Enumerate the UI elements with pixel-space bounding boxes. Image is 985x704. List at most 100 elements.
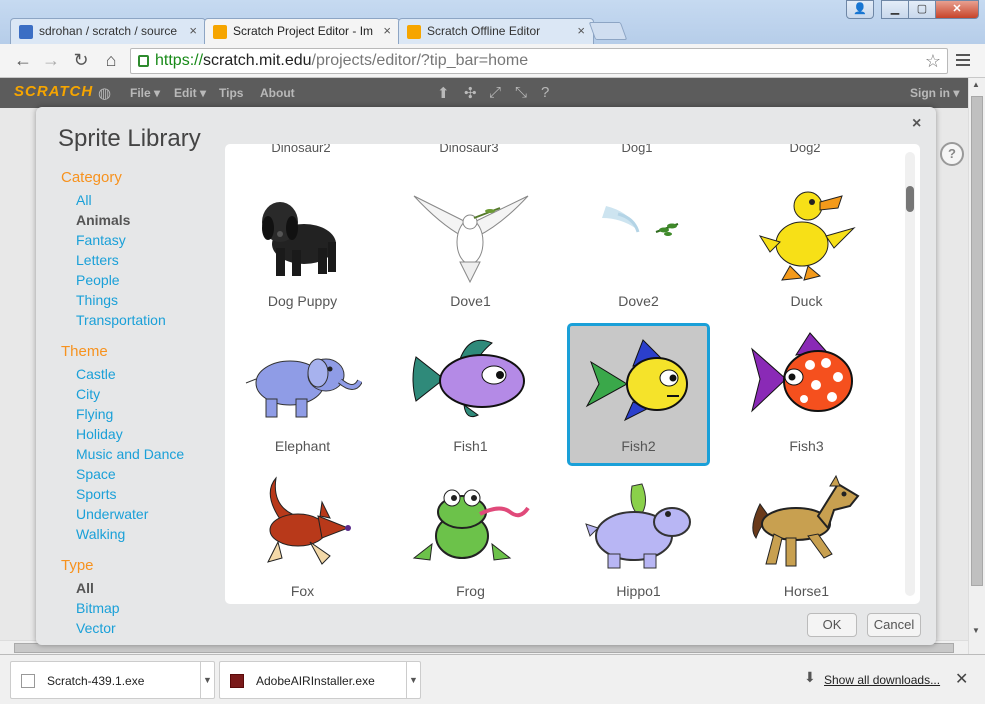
cut-off-row: Dinosaur2 Dinosaur3 Dog1 Dog2 — [225, 144, 905, 155]
browser-toolbar: ← → ↻ ⌂ https://scratch.mit.edu/projects… — [0, 44, 985, 78]
close-icon[interactable]: × — [189, 23, 197, 38]
category-group: Category All Animals Fantasy Letters Peo… — [61, 169, 221, 331]
theme-space[interactable]: Space — [61, 465, 221, 485]
scrollbar-thumb[interactable] — [906, 186, 914, 212]
new-tab-button[interactable] — [588, 22, 628, 40]
tab-sdrohan[interactable]: sdrohan / scratch / source × — [10, 18, 206, 44]
chevron-down-icon[interactable]: ▼ — [406, 662, 420, 698]
menu-edit[interactable]: Edit ▾ — [174, 86, 206, 100]
url-scheme: https:// — [155, 52, 204, 69]
type-vector[interactable]: Vector — [61, 619, 221, 639]
sprite-frog[interactable]: Frog — [399, 468, 542, 604]
scratch-logo[interactable]: SCRATCH — [14, 83, 93, 100]
tab-scratch-editor[interactable]: Scratch Project Editor - Im × — [204, 18, 400, 44]
duplicate-stamp-icon[interactable]: ⬆ — [437, 84, 450, 102]
sign-in-link[interactable]: Sign in ▾ — [910, 86, 959, 100]
category-all[interactable]: All — [61, 191, 221, 211]
close-icon[interactable]: × — [383, 23, 391, 38]
theme-walking[interactable]: Walking — [61, 525, 221, 545]
sprite-duck[interactable]: Duck — [735, 178, 878, 321]
sprite-label: Horse1 — [783, 583, 830, 599]
page-vertical-scrollbar[interactable]: ▲ ▼ — [968, 78, 985, 654]
user-icon[interactable]: 👤 — [846, 0, 874, 19]
category-things[interactable]: Things — [61, 291, 221, 311]
help-side-icon[interactable]: ? — [940, 142, 964, 166]
tab-title: sdrohan / scratch / source — [39, 24, 178, 38]
type-all[interactable]: All — [61, 579, 221, 599]
shrink-icon[interactable]: ⤡ — [515, 84, 527, 101]
grow-icon[interactable]: ⤢ — [489, 84, 501, 101]
frog-icon — [412, 489, 530, 561]
sprite-dog-puppy[interactable]: Dog Puppy — [231, 178, 374, 321]
scroll-up-icon[interactable]: ▲ — [972, 80, 980, 89]
category-people[interactable]: People — [61, 271, 221, 291]
scrollbar-thumb[interactable] — [971, 96, 983, 586]
category-transportation[interactable]: Transportation — [61, 311, 221, 331]
category-letters[interactable]: Letters — [61, 251, 221, 271]
chevron-down-icon[interactable]: ▼ — [200, 662, 214, 698]
close-icon[interactable]: × — [577, 23, 585, 38]
theme-underwater[interactable]: Underwater — [61, 505, 221, 525]
sprite-label: Fish2 — [621, 438, 656, 454]
sprite-fox[interactable]: Fox — [231, 468, 374, 604]
fish2-icon — [585, 339, 688, 422]
back-arrow-icon[interactable]: ← — [12, 50, 34, 71]
ok-button[interactable]: OK — [807, 613, 857, 637]
sprite-label: Dove1 — [450, 293, 491, 309]
sprite-dove2[interactable]: Dove2 — [567, 178, 710, 321]
scroll-down-icon[interactable]: ▼ — [972, 626, 980, 635]
download-item[interactable]: Scratch-439.1.exe ▼ — [10, 661, 215, 699]
url-path: /projects/editor/?tip_bar=home — [311, 52, 529, 69]
dog-puppy-icon — [262, 202, 336, 276]
category-animals[interactable]: Animals — [61, 211, 221, 231]
reload-icon[interactable]: ↻ — [70, 50, 92, 71]
type-bitmap[interactable]: Bitmap — [61, 599, 221, 619]
download-item[interactable]: AdobeAIRInstaller.exe ▼ — [219, 661, 421, 699]
menu-tips[interactable]: Tips — [219, 86, 243, 100]
menu-file[interactable]: File ▾ — [130, 86, 160, 100]
dialog-title: Sprite Library — [58, 125, 201, 152]
menu-about[interactable]: About — [260, 86, 295, 100]
horse1-icon — [752, 474, 860, 567]
window-close-button[interactable]: ✕ — [935, 0, 979, 19]
sprite-horse1[interactable]: Horse1 — [735, 468, 878, 604]
theme-holiday[interactable]: Holiday — [61, 425, 221, 445]
delete-scissors-icon[interactable]: ✣ — [464, 84, 477, 102]
sprite-dove1[interactable]: Dove1 — [399, 178, 542, 321]
theme-music-and-dance[interactable]: Music and Dance — [61, 445, 221, 465]
maximize-button[interactable]: ▢ — [908, 0, 936, 19]
minimize-button[interactable]: ▁ — [881, 0, 909, 19]
close-icon[interactable]: × — [912, 115, 921, 133]
sprite-label: Frog — [456, 583, 485, 599]
cancel-button[interactable]: Cancel — [867, 613, 921, 637]
category-fantasy[interactable]: Fantasy — [61, 231, 221, 251]
sprite-fish1[interactable]: Fish1 — [399, 323, 542, 466]
sprite-hippo1[interactable]: Hippo1 — [567, 468, 710, 604]
theme-sports[interactable]: Sports — [61, 485, 221, 505]
tab-scratch-offline[interactable]: Scratch Offline Editor × — [398, 18, 594, 44]
download-filename: Scratch-439.1.exe — [47, 674, 145, 688]
sprite-elephant[interactable]: Elephant — [231, 323, 374, 466]
home-icon[interactable]: ⌂ — [100, 50, 122, 71]
sprite-label: Elephant — [274, 438, 331, 454]
lock-icon — [138, 55, 149, 67]
scratch-icon — [213, 25, 227, 39]
close-icon[interactable]: ✕ — [955, 669, 968, 689]
sprite-label: Fox — [290, 583, 315, 599]
help-icon[interactable]: ? — [541, 84, 549, 101]
show-all-downloads-link[interactable]: Show all downloads... — [824, 673, 940, 687]
hamburger-menu-icon[interactable] — [956, 54, 970, 69]
forward-arrow-icon[interactable]: → — [40, 50, 62, 71]
address-bar[interactable]: https://scratch.mit.edu/projects/editor/… — [130, 48, 948, 74]
sprite-label: Duck — [790, 293, 823, 309]
theme-city[interactable]: City — [61, 385, 221, 405]
duck-icon — [758, 191, 856, 281]
fish3-icon — [751, 332, 853, 413]
globe-icon[interactable]: ◍ — [98, 84, 111, 102]
sprite-fish2[interactable]: Fish2 — [567, 323, 710, 466]
sprite-fish3[interactable]: Fish3 — [735, 323, 878, 466]
library-scrollbar[interactable] — [905, 152, 915, 596]
bookmark-star-icon[interactable]: ☆ — [925, 49, 941, 73]
theme-flying[interactable]: Flying — [61, 405, 221, 425]
theme-castle[interactable]: Castle — [61, 365, 221, 385]
